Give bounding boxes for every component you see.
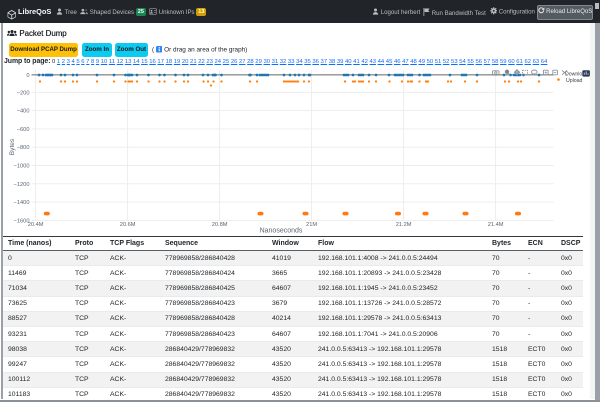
svg-text:21.2M: 21.2M [396, 222, 412, 228]
svg-text:Nanoseconds: Nanoseconds [260, 227, 303, 234]
svg-text:21M: 21M [306, 222, 317, 228]
svg-text:−600: −600 [17, 127, 30, 133]
svg-text:−200: −200 [17, 90, 30, 96]
svg-text:20.8M: 20.8M [212, 222, 228, 228]
svg-text:Bytes: Bytes [9, 138, 16, 155]
svg-text:Upload: Upload [566, 78, 583, 84]
svg-text:20.6M: 20.6M [120, 222, 136, 228]
svg-text:−800: −800 [17, 145, 30, 151]
svg-text:0: 0 [26, 73, 29, 79]
svg-text:−400: −400 [17, 109, 30, 115]
svg-text:−1000: −1000 [14, 164, 30, 170]
svg-text:21.4M: 21.4M [488, 222, 504, 228]
svg-text:−1200: −1200 [14, 182, 30, 188]
svg-text:−1400: −1400 [14, 200, 30, 206]
svg-text:20.4M: 20.4M [28, 222, 44, 228]
